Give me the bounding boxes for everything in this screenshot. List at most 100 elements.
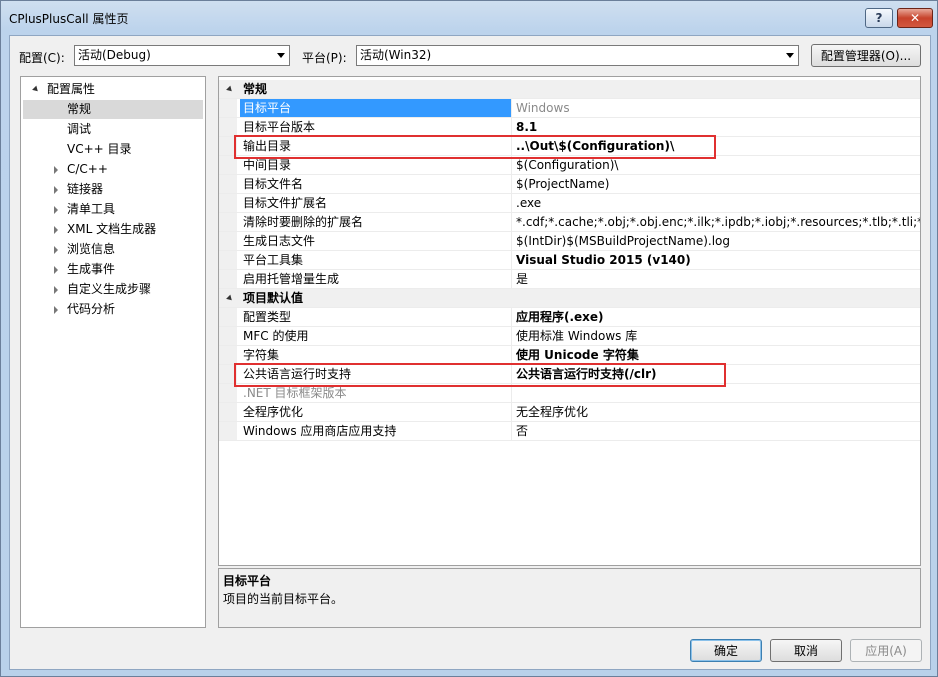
collapse-arrow-icon[interactable] <box>226 294 234 303</box>
tree-node-label: 自定义生成步骤 <box>67 282 152 296</box>
property-row[interactable]: 启用托管增量生成 是 <box>219 270 920 289</box>
config-combo-value: 活动(Debug) <box>78 48 151 62</box>
property-row[interactable]: 清除时要删除的扩展名 *.cdf;*.cache;*.obj;*.obj.enc;… <box>219 213 920 232</box>
description-text: 项目的当前目标平台。 <box>223 592 344 606</box>
tree-item-manifest[interactable]: 清单工具 <box>54 200 116 219</box>
category-defaults[interactable]: 项目默认值 <box>219 289 920 308</box>
property-value[interactable]: 8.1 <box>516 118 537 136</box>
tree-node-root[interactable]: 配置属性 <box>32 80 96 99</box>
expand-arrow-icon[interactable] <box>54 246 58 254</box>
tree-item-build-events[interactable]: 生成事件 <box>54 260 116 279</box>
expand-arrow-icon[interactable] <box>54 306 58 314</box>
property-value[interactable]: 使用 Unicode 字符集 <box>516 346 639 364</box>
platform-label: 平台(P): <box>302 51 347 65</box>
property-row[interactable]: MFC 的使用 使用标准 Windows 库 <box>219 327 920 346</box>
tree-node-label: 生成事件 <box>67 262 116 276</box>
window-title: CPlusPlusCall 属性页 <box>9 12 129 26</box>
row-gutter <box>219 346 237 364</box>
property-row[interactable]: Windows 应用商店应用支持 否 <box>219 422 920 441</box>
category-label: 项目默认值 <box>243 291 304 305</box>
property-value[interactable]: Visual Studio 2015 (v140) <box>516 251 691 269</box>
category-label: 常规 <box>243 82 268 96</box>
tree-item-xml-doc[interactable]: XML 文档生成器 <box>54 220 156 239</box>
property-value[interactable]: 使用标准 Windows 库 <box>516 327 637 345</box>
chevron-down-icon <box>786 53 794 58</box>
chevron-down-icon <box>277 53 285 58</box>
config-manager-button[interactable]: 配置管理器(O)... <box>811 44 921 67</box>
column-divider <box>511 213 512 231</box>
expand-arrow-icon[interactable] <box>54 226 58 234</box>
row-gutter <box>219 251 237 269</box>
property-row[interactable]: 配置类型 应用程序(.exe) <box>219 308 920 327</box>
config-combo[interactable]: 活动(Debug) <box>74 45 290 66</box>
property-value[interactable]: $(IntDir)$(MSBuildProjectName).log <box>516 232 730 250</box>
tree-item-general[interactable]: 常规 <box>23 100 203 119</box>
tree-item-browse[interactable]: 浏览信息 <box>54 240 115 259</box>
row-gutter <box>219 175 237 193</box>
tree-item-vc-dirs[interactable]: VC++ 目录 <box>67 140 132 159</box>
expand-arrow-icon[interactable] <box>32 85 40 94</box>
property-name: 目标平台 <box>240 99 511 117</box>
config-label: 配置(C): <box>19 51 65 65</box>
row-gutter <box>219 422 237 440</box>
column-divider <box>511 251 512 269</box>
expand-arrow-icon[interactable] <box>54 206 58 214</box>
tree-item-cpp[interactable]: C/C++ <box>54 160 108 179</box>
column-divider <box>511 270 512 288</box>
property-value[interactable]: $(ProjectName) <box>516 175 609 193</box>
tree-item-debug[interactable]: 调试 <box>67 120 91 139</box>
property-value[interactable]: Windows <box>516 99 570 117</box>
title-bar[interactable]: CPlusPlusCall 属性页 ? ✕ <box>1 1 937 35</box>
property-row[interactable]: 目标文件扩展名 .exe <box>219 194 920 213</box>
highlight-box-clr-support <box>234 363 726 387</box>
property-value[interactable]: .exe <box>516 194 541 212</box>
tree-node-label: 配置属性 <box>47 82 96 96</box>
property-name: 字符集 <box>243 348 280 362</box>
property-name: Windows 应用商店应用支持 <box>243 424 397 438</box>
category-general[interactable]: 常规 <box>219 80 920 99</box>
property-value[interactable]: 应用程序(.exe) <box>516 308 604 326</box>
column-divider <box>511 422 512 440</box>
tree-node-label: 调试 <box>67 122 92 136</box>
property-value[interactable]: *.cdf;*.cache;*.obj;*.obj.enc;*.ilk;*.ip… <box>516 213 920 231</box>
property-tree[interactable]: 配置属性 常规 调试 VC++ 目录 C/C++ 链接器 清单工具 XML 文档… <box>20 76 206 628</box>
property-name: 目标平台版本 <box>243 120 316 134</box>
expand-arrow-icon[interactable] <box>54 286 58 294</box>
property-name: 清除时要删除的扩展名 <box>243 215 364 229</box>
tree-item-custom-build[interactable]: 自定义生成步骤 <box>54 280 152 299</box>
expand-arrow-icon[interactable] <box>54 186 58 194</box>
property-row[interactable]: 生成日志文件 $(IntDir)$(MSBuildProjectName).log <box>219 232 920 251</box>
property-name: MFC 的使用 <box>243 329 309 343</box>
row-gutter <box>219 213 237 231</box>
property-row[interactable]: 目标平台 Windows <box>219 99 920 118</box>
row-gutter <box>219 118 237 136</box>
close-button[interactable]: ✕ <box>897 8 933 28</box>
expand-arrow-icon[interactable] <box>54 166 58 174</box>
property-name: 全程序优化 <box>243 405 304 419</box>
property-grid[interactable]: 常规 目标平台 Windows 目标平台版本 8.1 输出目录 ..\Out\$(Co… <box>218 76 921 566</box>
description-panel: 目标平台 项目的当前目标平台。 <box>218 568 921 628</box>
property-row[interactable]: 平台工具集 Visual Studio 2015 (v140) <box>219 251 920 270</box>
platform-combo[interactable]: 活动(Win32) <box>356 45 799 66</box>
tree-node-label: 链接器 <box>67 182 104 196</box>
expand-arrow-icon[interactable] <box>54 266 58 274</box>
help-button[interactable]: ? <box>865 8 893 28</box>
ok-button[interactable]: 确定 <box>690 639 762 662</box>
row-gutter <box>219 194 237 212</box>
property-value[interactable]: 无全程序优化 <box>516 403 588 421</box>
dialog-client: 配置(C): 活动(Debug) 平台(P): 活动(Win32) 配置管理器(… <box>9 35 931 670</box>
tree-item-linker[interactable]: 链接器 <box>54 180 104 199</box>
property-row[interactable]: 目标文件名 $(ProjectName) <box>219 175 920 194</box>
apply-button[interactable]: 应用(A) <box>850 639 922 662</box>
tree-node-label: 清单工具 <box>67 202 116 216</box>
collapse-arrow-icon[interactable] <box>226 85 234 94</box>
property-name: 平台工具集 <box>243 253 304 267</box>
tree-item-code-analysis[interactable]: 代码分析 <box>54 300 115 319</box>
column-divider <box>511 118 512 136</box>
property-row[interactable]: 全程序优化 无全程序优化 <box>219 403 920 422</box>
column-divider <box>511 232 512 250</box>
property-value[interactable]: 否 <box>516 422 528 440</box>
property-name: 目标文件名 <box>243 177 304 191</box>
property-value[interactable]: 是 <box>516 270 528 288</box>
cancel-button[interactable]: 取消 <box>770 639 842 662</box>
